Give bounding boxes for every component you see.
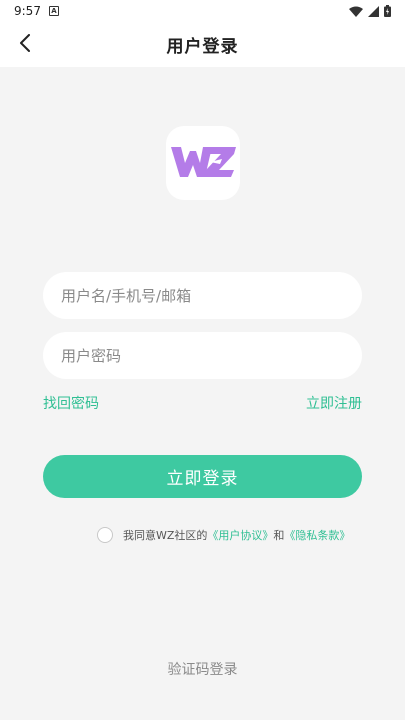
- status-time: 9:57: [14, 4, 41, 18]
- status-bar: 9:57 A: [0, 0, 405, 22]
- battery-charging-icon: [384, 5, 391, 17]
- status-icons: [349, 5, 391, 17]
- forgot-password-link[interactable]: 找回密码: [43, 393, 99, 413]
- username-input[interactable]: [61, 286, 344, 305]
- cell-signal-icon: [368, 5, 379, 17]
- login-button[interactable]: 立即登录: [43, 455, 362, 498]
- page-title: 用户登录: [166, 37, 239, 57]
- sms-login-link[interactable]: 验证码登录: [0, 659, 405, 679]
- agree-checkbox[interactable]: [97, 527, 113, 543]
- agreement-conjunction: 和: [273, 529, 285, 542]
- password-field[interactable]: [43, 332, 362, 379]
- user-agreement-link[interactable]: 《用户协议》: [207, 527, 273, 543]
- a-notification-icon: A: [48, 6, 59, 16]
- register-link[interactable]: 立即注册: [306, 393, 362, 413]
- app-bar: 用户登录: [0, 22, 405, 67]
- agreement-row: 我同意WZ社区的 《用户协议》 和 《隐私条款》: [97, 527, 350, 543]
- privacy-policy-link[interactable]: 《隐私条款》: [284, 527, 350, 543]
- login-screen: 9:57 A 用户登录 用户名/手机号/邮箱 找回密码 立即注册 立即登录 我同…: [0, 0, 405, 720]
- username-field[interactable]: [43, 272, 362, 319]
- app-logo: [166, 126, 240, 200]
- agreement-prefix: 我同意WZ社区的: [123, 529, 208, 542]
- chevron-left-icon: [19, 33, 31, 56]
- back-button[interactable]: [10, 22, 40, 67]
- wifi-icon: [349, 6, 363, 17]
- wz-logo-icon: [171, 147, 236, 177]
- password-input[interactable]: [61, 346, 344, 365]
